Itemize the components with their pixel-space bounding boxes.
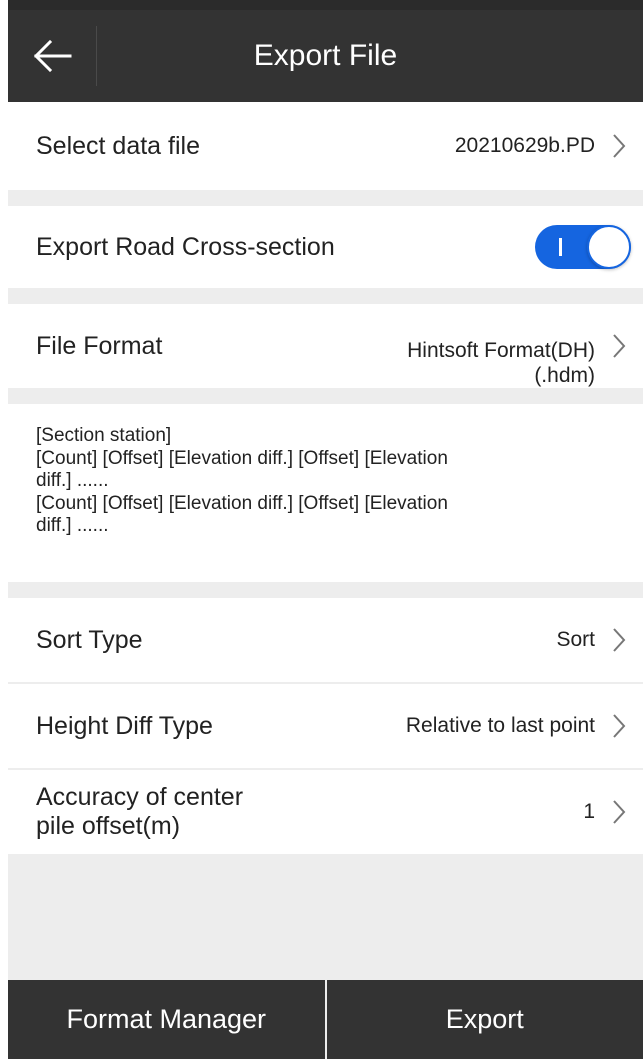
screen: Export File Select data file 20210629b.P…	[0, 0, 643, 1059]
page-title: Export File	[253, 39, 398, 72]
accuracy-row[interactable]: Accuracy of center pile offset(m) 1	[8, 770, 643, 854]
format-manager-button[interactable]: Format Manager	[8, 980, 325, 1059]
toggle-knob	[587, 225, 631, 269]
accuracy-label-line1: Accuracy of center	[36, 783, 244, 811]
height-diff-type-row[interactable]: Height Diff Type Relative to last point	[8, 684, 643, 768]
data-file-value: 20210629b.PD	[454, 134, 595, 157]
chevron-right-icon	[609, 304, 629, 388]
app-frame: Export File Select data file 20210629b.P…	[8, 10, 643, 1059]
toggle-on-mark	[559, 238, 562, 256]
chevron-right-icon	[609, 598, 629, 682]
format-description-line: diff.] ......	[36, 515, 109, 536]
back-button[interactable]	[8, 10, 96, 102]
export-cross-section-label: Export Road Cross-section	[36, 232, 335, 261]
sort-type-value: Sort	[556, 628, 595, 651]
accuracy-value: 1	[583, 800, 595, 823]
status-sliver	[8, 0, 643, 10]
height-diff-type-value: Relative to last point	[405, 714, 595, 737]
sort-type-row[interactable]: Sort Type Sort	[8, 598, 643, 682]
accuracy-label: Accuracy of center pile offset(m)	[36, 770, 243, 854]
accuracy-label-line2: pile offset(m)	[36, 812, 181, 840]
format-description-line: [Count] [Offset] [Elevation diff.] [Offs…	[36, 492, 448, 514]
file-format-label: File Format	[36, 331, 163, 360]
chevron-right-icon	[609, 684, 629, 768]
format-description-line: [Section station]	[36, 425, 172, 446]
arrow-left-icon	[32, 39, 72, 73]
file-format-row[interactable]: File Format Hintsoft Format(DH) (.hdm)	[8, 304, 643, 388]
chevron-right-icon	[609, 770, 629, 854]
chevron-right-icon	[609, 102, 629, 190]
top-strip	[0, 0, 643, 10]
export-cross-section-toggle[interactable]	[535, 225, 631, 269]
export-cross-section-row: Export Road Cross-section	[8, 206, 643, 288]
format-description: [Section station] [Count] [Offset] [Elev…	[8, 404, 643, 582]
sort-type-label: Sort Type	[36, 625, 143, 654]
format-description-line: [Count] [Offset] [Elevation diff.] [Offs…	[36, 447, 448, 469]
file-format-value-line2: (.hdm)	[534, 364, 595, 387]
height-diff-type-label: Height Diff Type	[36, 711, 213, 740]
select-data-file-row[interactable]: Select data file 20210629b.PD	[8, 102, 643, 190]
file-format-value-line1: Hintsoft Format(DH)	[407, 339, 595, 362]
select-data-file-label: Select data file	[36, 131, 200, 160]
bottom-action-bar: Format Manager Export	[8, 980, 643, 1059]
export-button[interactable]: Export	[327, 980, 643, 1059]
file-format-value: Hintsoft Format(DH) (.hdm)	[407, 304, 595, 388]
format-description-line: diff.] ......	[36, 470, 109, 491]
header-bar: Export File	[8, 10, 643, 102]
